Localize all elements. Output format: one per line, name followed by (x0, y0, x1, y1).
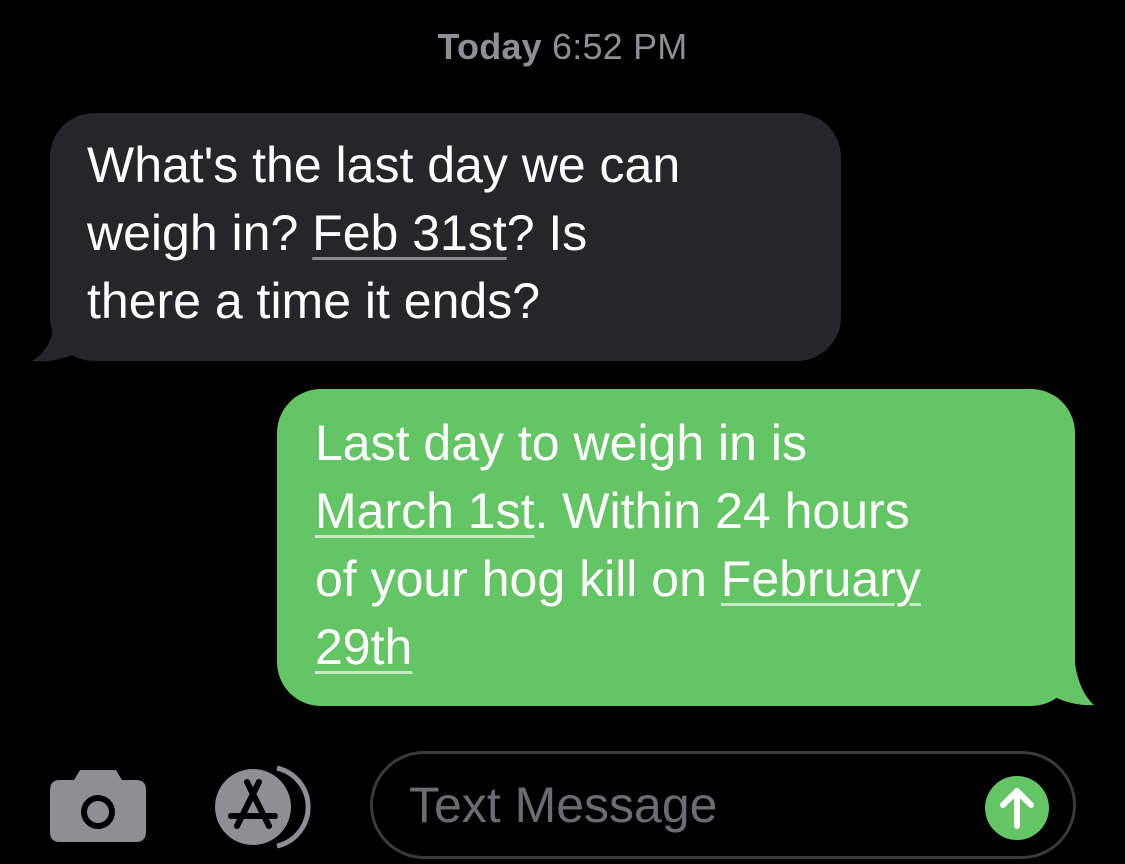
message-text: ? Is (506, 205, 588, 261)
app-store-button[interactable] (207, 764, 317, 850)
arrow-up-icon (1000, 788, 1034, 829)
message-line: March 1st. Within 24 hours (315, 477, 1075, 545)
app-store-icon (215, 765, 311, 849)
message-input[interactable] (409, 772, 969, 838)
send-button[interactable] (985, 776, 1049, 840)
message-timestamp: Today 6:52 PM (0, 26, 1125, 68)
date-link[interactable]: 29th (315, 619, 412, 675)
message-line: 29th (315, 613, 1075, 681)
message-text: weigh in? (87, 205, 313, 261)
timestamp-day: Today (437, 26, 542, 67)
message-text: of your hog kill on (315, 551, 721, 607)
message-text: Last day to weigh in is (315, 415, 807, 471)
camera-icon (50, 770, 146, 842)
timestamp-time: 6:52 PM (552, 26, 688, 67)
date-link[interactable]: February (721, 551, 921, 607)
message-text: What's the last day we can (87, 137, 681, 193)
message-text: there a time it ends? (87, 273, 541, 329)
message-input-container[interactable] (370, 751, 1076, 859)
message-line: of your hog kill on February (315, 545, 1075, 613)
camera-button[interactable] (50, 770, 146, 842)
outgoing-message-bubble[interactable]: Last day to weigh in is March 1st. Withi… (277, 389, 1075, 706)
message-line: Last day to weigh in is (315, 409, 1075, 477)
message-line: there a time it ends? (87, 267, 841, 335)
message-text: . Within 24 hours (534, 483, 910, 539)
message-line: What's the last day we can (87, 131, 841, 199)
date-link[interactable]: March 1st (315, 483, 535, 539)
message-line: weigh in? Feb 31st? Is (87, 199, 841, 267)
incoming-message-bubble[interactable]: What's the last day we can weigh in? Feb… (50, 113, 841, 361)
date-link[interactable]: Feb 31st (312, 205, 507, 261)
